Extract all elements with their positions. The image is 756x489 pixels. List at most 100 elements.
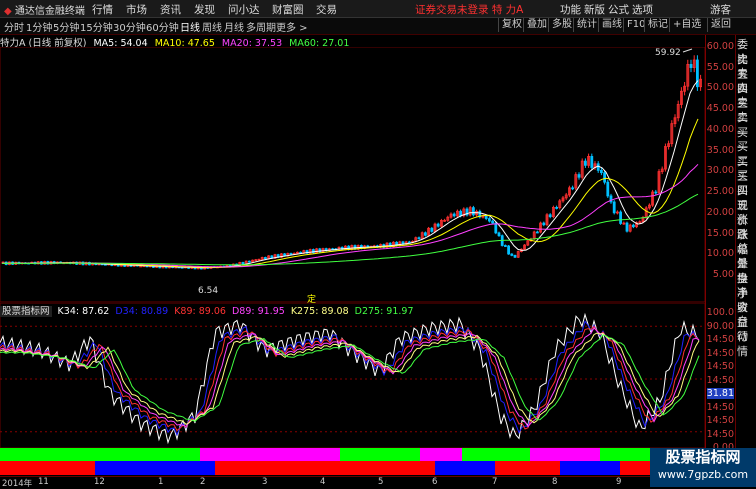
menu-item-xuanxiang[interactable]: 选项 [632, 2, 653, 17]
indicator-tick-label: 14:50 [706, 374, 734, 386]
price-tick-label: 35.00 [706, 144, 734, 156]
candle-body [503, 245, 507, 247]
tab-1min[interactable]: 1分钟 [26, 19, 52, 34]
site-watermark: 股票指标网 www.7gpzb.com [650, 448, 756, 487]
signal-bar [495, 461, 560, 475]
tab-monthly[interactable]: 月线 [224, 19, 244, 34]
d34-value: D34: 80.89 [115, 306, 169, 317]
candle-body [577, 174, 581, 178]
menu-item-gongshi[interactable]: 公式 [608, 2, 629, 17]
tab-multi-period[interactable]: 多周期 [246, 19, 276, 34]
draw-button[interactable]: 画线 [598, 18, 625, 32]
candle-body [289, 253, 293, 255]
kline-chart[interactable]: 59.92 6.54 定 [0, 47, 705, 303]
mark-button[interactable]: 标记 [644, 18, 671, 32]
overlay-button[interactable]: 叠加 [523, 18, 550, 32]
price-tick-label: 45.00 [706, 103, 734, 115]
tab-fenshi[interactable]: 分时 [4, 19, 24, 34]
fuquan-button[interactable]: 复权 [498, 18, 525, 32]
tab-more[interactable]: 更多 > [276, 19, 308, 34]
candle-body [612, 201, 616, 214]
period-toolbar: 分时 1分钟 5分钟 15分钟 30分钟 60分钟 日线 周线 月线 多周期 更… [0, 18, 756, 35]
menu-item-faxian[interactable]: 发现 [194, 2, 215, 17]
status-title: 证券交易未登录 特 力A [415, 4, 524, 16]
signal-bar [215, 461, 435, 475]
tab-15min[interactable]: 15分钟 [80, 19, 113, 34]
back-button[interactable]: 返回 [707, 18, 734, 32]
candle-body [555, 206, 558, 209]
menu-item-shichang[interactable]: 市场 [126, 2, 147, 17]
candle-body [247, 260, 251, 263]
price-tick-label: 50.00 [706, 82, 734, 94]
candle-body [510, 253, 514, 256]
k89-value: K89: 89.06 [174, 306, 226, 317]
menu-item-youke[interactable]: 游客 [710, 2, 731, 17]
candle-body [571, 187, 574, 190]
tab-weekly[interactable]: 周线 [202, 19, 222, 34]
indicator-line [0, 320, 700, 437]
candle-body [436, 223, 440, 227]
signal-bar [200, 448, 340, 461]
menu-item-caifuquan[interactable]: 财富圈 [272, 2, 304, 17]
ma-line [2, 163, 699, 268]
candle-body [494, 222, 498, 234]
price-tick-label: 15.00 [706, 227, 734, 239]
indicator-legend: 股票指标网 K34: 87.62 D34: 80.89 K89: 89.06 D… [0, 303, 414, 317]
menu-item-xinban[interactable]: 新版 [584, 2, 605, 17]
tab-5min[interactable]: 5分钟 [53, 19, 79, 34]
price-tick-label: 25.00 [706, 186, 734, 198]
price-tick-label: 20.00 [706, 206, 734, 218]
candle-body [689, 64, 693, 68]
menu-item-gongneng[interactable]: 功能 [560, 2, 581, 17]
tab-30min[interactable]: 30分钟 [113, 19, 146, 34]
multi-stock-button[interactable]: 多股 [548, 18, 575, 32]
k34-value: K34: 87.62 [57, 306, 110, 317]
menu-item-jiaoyi[interactable]: 交易 [316, 2, 337, 17]
candle-body [241, 262, 245, 265]
stats-button[interactable]: 统计 [573, 18, 600, 32]
candle-body [263, 257, 267, 260]
k275-value: K275: 89.08 [290, 306, 349, 317]
tab-60min[interactable]: 60分钟 [146, 19, 179, 34]
fixed-marker: 定 [307, 293, 316, 303]
date-tick-label: 11 [38, 477, 49, 487]
signal-bar [560, 461, 620, 475]
candle-body [548, 214, 552, 218]
candle-body [417, 237, 421, 240]
candle-body [603, 172, 606, 183]
price-tick-label: 30.00 [706, 165, 734, 177]
ma-line [2, 80, 699, 269]
menu-item-hangqing[interactable]: 行情 [92, 2, 113, 17]
signal-bar [530, 448, 600, 461]
candle-body [619, 211, 622, 224]
high-price-label: 59.92 [655, 48, 681, 58]
candle-body [513, 255, 517, 258]
menu-item-zixun[interactable]: 资讯 [160, 2, 181, 17]
indicator-tick-label: 90.00 [706, 320, 734, 332]
signal-bar [95, 461, 215, 475]
d275-value: D275: 91.97 [354, 306, 414, 317]
watermark-title: 股票指标网 [665, 448, 741, 466]
date-tick-label: 1 [158, 477, 164, 487]
indicator-tick-label: 14:50 [706, 401, 734, 413]
indicator-chart[interactable] [0, 303, 705, 476]
date-tick-label: 12 [94, 477, 105, 487]
app-logo: ◆ 通达信金融终端 [4, 6, 85, 17]
candle-body [625, 222, 629, 232]
candle-body [536, 231, 539, 234]
low-price-label: 6.54 [198, 286, 218, 296]
price-tick-label: 55.00 [706, 61, 734, 73]
candle-body [654, 191, 658, 194]
date-tick-label: 8 [552, 477, 558, 487]
indicator-tick-label: 14:50 [706, 361, 734, 372]
candle-body [491, 220, 495, 224]
indicator-line [0, 325, 700, 432]
indicator-tick-label: 14:50 [706, 415, 734, 426]
indicator-name[interactable]: 股票指标网 [0, 306, 52, 317]
price-tick-label: 5.00 [712, 269, 734, 280]
ma-line [2, 118, 699, 268]
indicator-tick-label: 14:50 [706, 347, 734, 359]
menu-item-wenxiaoda[interactable]: 问小达 [228, 2, 260, 17]
tab-daily[interactable]: 日线 [180, 19, 200, 34]
add-favorite-button[interactable]: +自选 [669, 18, 704, 32]
